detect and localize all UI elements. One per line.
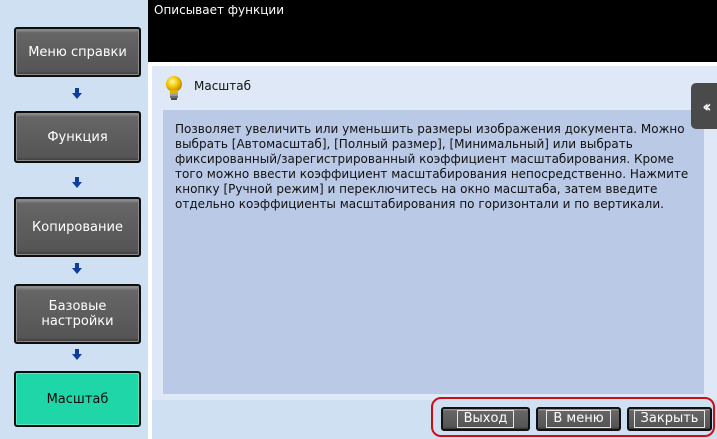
nav-help-menu-label: Меню справки (28, 44, 127, 60)
content-title-bar: Масштаб (152, 70, 704, 108)
footer-buttons-highlight (431, 397, 715, 437)
nav-copy-label: Копирование (32, 219, 123, 235)
lightbulb-icon (164, 75, 184, 103)
nav-basic-settings-button[interactable]: Базовые настройки (14, 284, 141, 344)
content-description-box: Позволяет увеличить или уменьшить размер… (163, 110, 704, 394)
content-description: Позволяет увеличить или уменьшить размер… (175, 122, 689, 211)
double-chevron-left-icon[interactable]: ‹‹ (691, 83, 717, 129)
nav-help-menu-button[interactable]: Меню справки (14, 27, 141, 77)
header-title: Описывает функции (154, 3, 284, 17)
nav-basic-settings-label: Базовые настройки (41, 299, 114, 329)
nav-function-label: Функция (47, 129, 108, 145)
content-title: Масштаб (194, 79, 252, 93)
header-bar: Описывает функции (148, 0, 717, 62)
nav-function-button[interactable]: Функция (14, 111, 141, 163)
help-navigation-panel: Меню справки Функция Копирование Базовые… (0, 0, 148, 439)
nav-zoom-label: Масштаб (46, 391, 109, 407)
nav-zoom-button[interactable]: Масштаб (14, 371, 141, 427)
nav-copy-button[interactable]: Копирование (14, 197, 141, 257)
